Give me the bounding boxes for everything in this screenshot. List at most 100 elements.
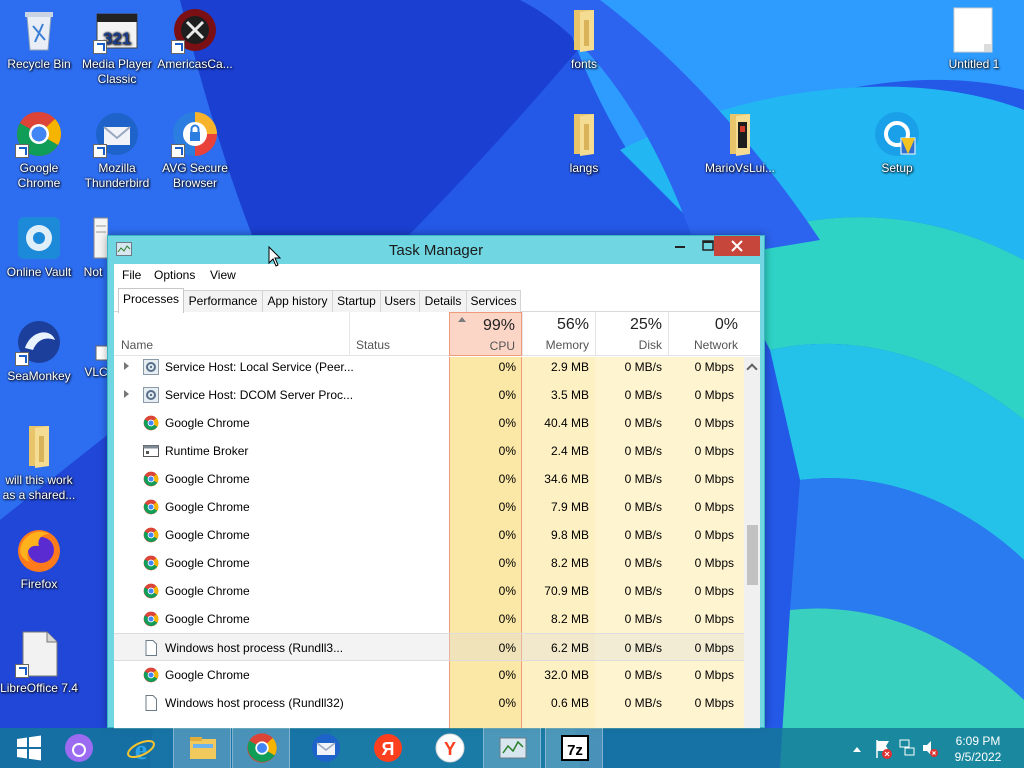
network-icon[interactable]: [896, 728, 918, 768]
desktop-icon-label: Mozilla Thunderbird: [84, 161, 150, 190]
column-header-network[interactable]: 0% Network: [668, 312, 744, 356]
process-name: Google Chrome: [165, 668, 250, 682]
desktop-icon-untitled-1[interactable]: Untitled 1: [935, 6, 1013, 72]
sort-indicator-icon: [458, 317, 466, 322]
taskbar-yandex-browser[interactable]: Y: [421, 728, 479, 768]
taskbar-7zip[interactable]: 7z: [545, 728, 603, 768]
table-row[interactable]: Google Chrome 0% 8.2 MB 0 MB/s 0 Mbps: [114, 549, 744, 577]
column-header-name[interactable]: Name: [121, 338, 153, 352]
chrome-icon: [143, 667, 159, 683]
process-network: 0 Mbps: [694, 360, 734, 374]
scroll-up-icon[interactable]: [746, 363, 758, 375]
table-row[interactable]: Google Chrome 0% 70.9 MB 0 MB/s 0 Mbps: [114, 577, 744, 605]
column-header-cpu[interactable]: 99% CPU: [449, 312, 522, 356]
table-row[interactable]: Windows host process (Rundll32) 0% 0.6 MB 0…: [114, 689, 744, 717]
desktop-icon-langs[interactable]: langs: [545, 110, 623, 176]
minimize-button[interactable]: [666, 236, 694, 256]
shortcut-arrow-icon: [15, 664, 29, 678]
volume-muted-icon[interactable]: [920, 728, 940, 768]
table-row[interactable]: Google Chrome 0% 34.6 MB 0 MB/s 0 Mbps: [114, 465, 744, 493]
table-row[interactable]: Service Host: Local Service (Peer... 0% 2.…: [114, 353, 744, 381]
taskbar-chrome[interactable]: [232, 728, 290, 768]
system-clock[interactable]: 6:09 PM 9/5/2022: [938, 733, 1018, 765]
process-cpu: 0%: [498, 360, 516, 374]
process-memory: 6.2 MB: [550, 641, 589, 655]
table-row[interactable]: Google Chrome 0% 32.0 MB 0 MB/s 0 Mbps: [114, 661, 744, 689]
desktop-icon-fonts[interactable]: fonts: [545, 6, 623, 72]
desktop-icon-notepad[interactable]: Not: [78, 214, 108, 280]
taskbar-file-explorer[interactable]: [173, 728, 231, 768]
process-cpu: 0%: [498, 584, 516, 598]
column-header-memory[interactable]: 56% Memory: [522, 312, 595, 356]
desktop-icon-recycle-bin[interactable]: Recycle Bin: [0, 6, 78, 72]
desktop-icon-mozilla-thunderbird[interactable]: Mozilla Thunderbird: [78, 110, 156, 191]
table-row[interactable]: Google Chrome 0% 9.8 MB 0 MB/s 0 Mbps: [114, 521, 744, 549]
desktop-icon-mariovsluigi[interactable]: MarioVsLui...: [701, 110, 779, 176]
chrome-icon: [143, 499, 159, 515]
taskbar-internet-explorer[interactable]: e: [112, 728, 170, 768]
process-name: Google Chrome: [165, 472, 250, 486]
taskbar-task-manager[interactable]: [483, 728, 541, 768]
desktop-icon-media-player-classic[interactable]: 321 Media Player Classic: [78, 6, 156, 87]
tab-processes[interactable]: Processes: [118, 288, 184, 313]
table-row[interactable]: Google Chrome 0% 40.4 MB 0 MB/s 0 Mbps: [114, 409, 744, 437]
expand-chevron-icon[interactable]: [124, 362, 129, 370]
start-icon: [17, 735, 41, 761]
tab-details[interactable]: Details: [419, 290, 467, 312]
desktop-icon-label: Google Chrome: [17, 161, 61, 190]
vertical-scrollbar[interactable]: [744, 357, 760, 729]
tab-startup[interactable]: Startup: [332, 290, 381, 312]
desktop-icon-google-chrome[interactable]: Google Chrome: [0, 110, 78, 191]
expand-chevron-icon[interactable]: [124, 390, 129, 398]
desktop-icon-americas-cardroom[interactable]: AmericasCa...: [156, 6, 234, 72]
taskbar-thunderbird[interactable]: [297, 728, 355, 768]
taskbar-cortana[interactable]: [50, 728, 108, 768]
process-memory: 2.4 MB: [550, 444, 589, 458]
tab-users[interactable]: Users: [380, 290, 420, 312]
disk-total-percent: 25%: [629, 316, 662, 333]
process-disk: 0 MB/s: [624, 472, 662, 486]
desktop-icon-libreoffice[interactable]: LibreOffice 7.4: [0, 630, 78, 696]
desktop-icon-shared-folder[interactable]: will this work as a shared...: [0, 422, 78, 503]
column-header-status[interactable]: Status: [356, 338, 390, 352]
desktop-icon-label: fonts: [570, 57, 597, 71]
svg-text:321: 321: [103, 29, 131, 48]
menu-file[interactable]: File: [122, 268, 141, 282]
table-row[interactable]: Windows host process (Rundll3... 0% 6.2 MB…: [114, 633, 744, 661]
desktop-icon-seamonkey[interactable]: SeaMonkey: [0, 318, 78, 384]
table-row[interactable]: Google Chrome 0% 7.9 MB 0 MB/s 0 Mbps: [114, 493, 744, 521]
tab-app-history[interactable]: App history: [262, 290, 333, 312]
title-bar[interactable]: Task Manager: [108, 236, 764, 264]
desktop-icon-firefox[interactable]: Firefox: [0, 526, 78, 592]
table-row[interactable]: Runtime Broker 0% 2.4 MB 0 MB/s 0 Mbps: [114, 437, 744, 465]
desktop-icon-setup[interactable]: Setup: [858, 110, 936, 176]
close-button[interactable]: [714, 236, 760, 256]
task-manager-window[interactable]: Task Manager File Options View Processes…: [107, 235, 765, 729]
process-cpu: 0%: [498, 388, 516, 402]
tab-performance[interactable]: Performance: [183, 290, 263, 312]
yandex-icon: Я: [374, 734, 402, 762]
show-hidden-icons-icon[interactable]: [850, 728, 864, 768]
desktop-icon-online-vault[interactable]: Online Vault: [0, 214, 78, 280]
gear-icon: [143, 359, 159, 375]
clock-date: 9/5/2022: [954, 750, 1002, 764]
cpu-total-percent: 99%: [482, 317, 515, 334]
table-row[interactable]: Google Chrome 0% 8.2 MB 0 MB/s 0 Mbps: [114, 605, 744, 633]
process-cpu: 0%: [498, 472, 516, 486]
tab-services[interactable]: Services: [466, 290, 521, 312]
menu-options[interactable]: Options: [154, 268, 195, 282]
process-memory: 70.9 MB: [544, 584, 589, 598]
desktop-icon-avg-secure-browser[interactable]: AVG Secure Browser: [156, 110, 234, 191]
scrollbar-thumb[interactable]: [747, 525, 758, 585]
desktop-icon-vlc[interactable]: VLC: [84, 344, 108, 380]
menu-view[interactable]: View: [210, 268, 236, 282]
action-center-flag-icon[interactable]: [872, 728, 894, 768]
column-header-disk[interactable]: 25% Disk: [595, 312, 668, 356]
process-network: 0 Mbps: [694, 528, 734, 542]
process-disk: 0 MB/s: [624, 556, 662, 570]
process-disk: 0 MB/s: [624, 668, 662, 682]
taskbar-yandex[interactable]: Я: [359, 728, 417, 768]
cpu-column-label: CPU: [489, 339, 515, 353]
gear-icon: [143, 387, 159, 403]
table-row[interactable]: Service Host: DCOM Server Proc... 0% 3.5 M…: [114, 381, 744, 409]
